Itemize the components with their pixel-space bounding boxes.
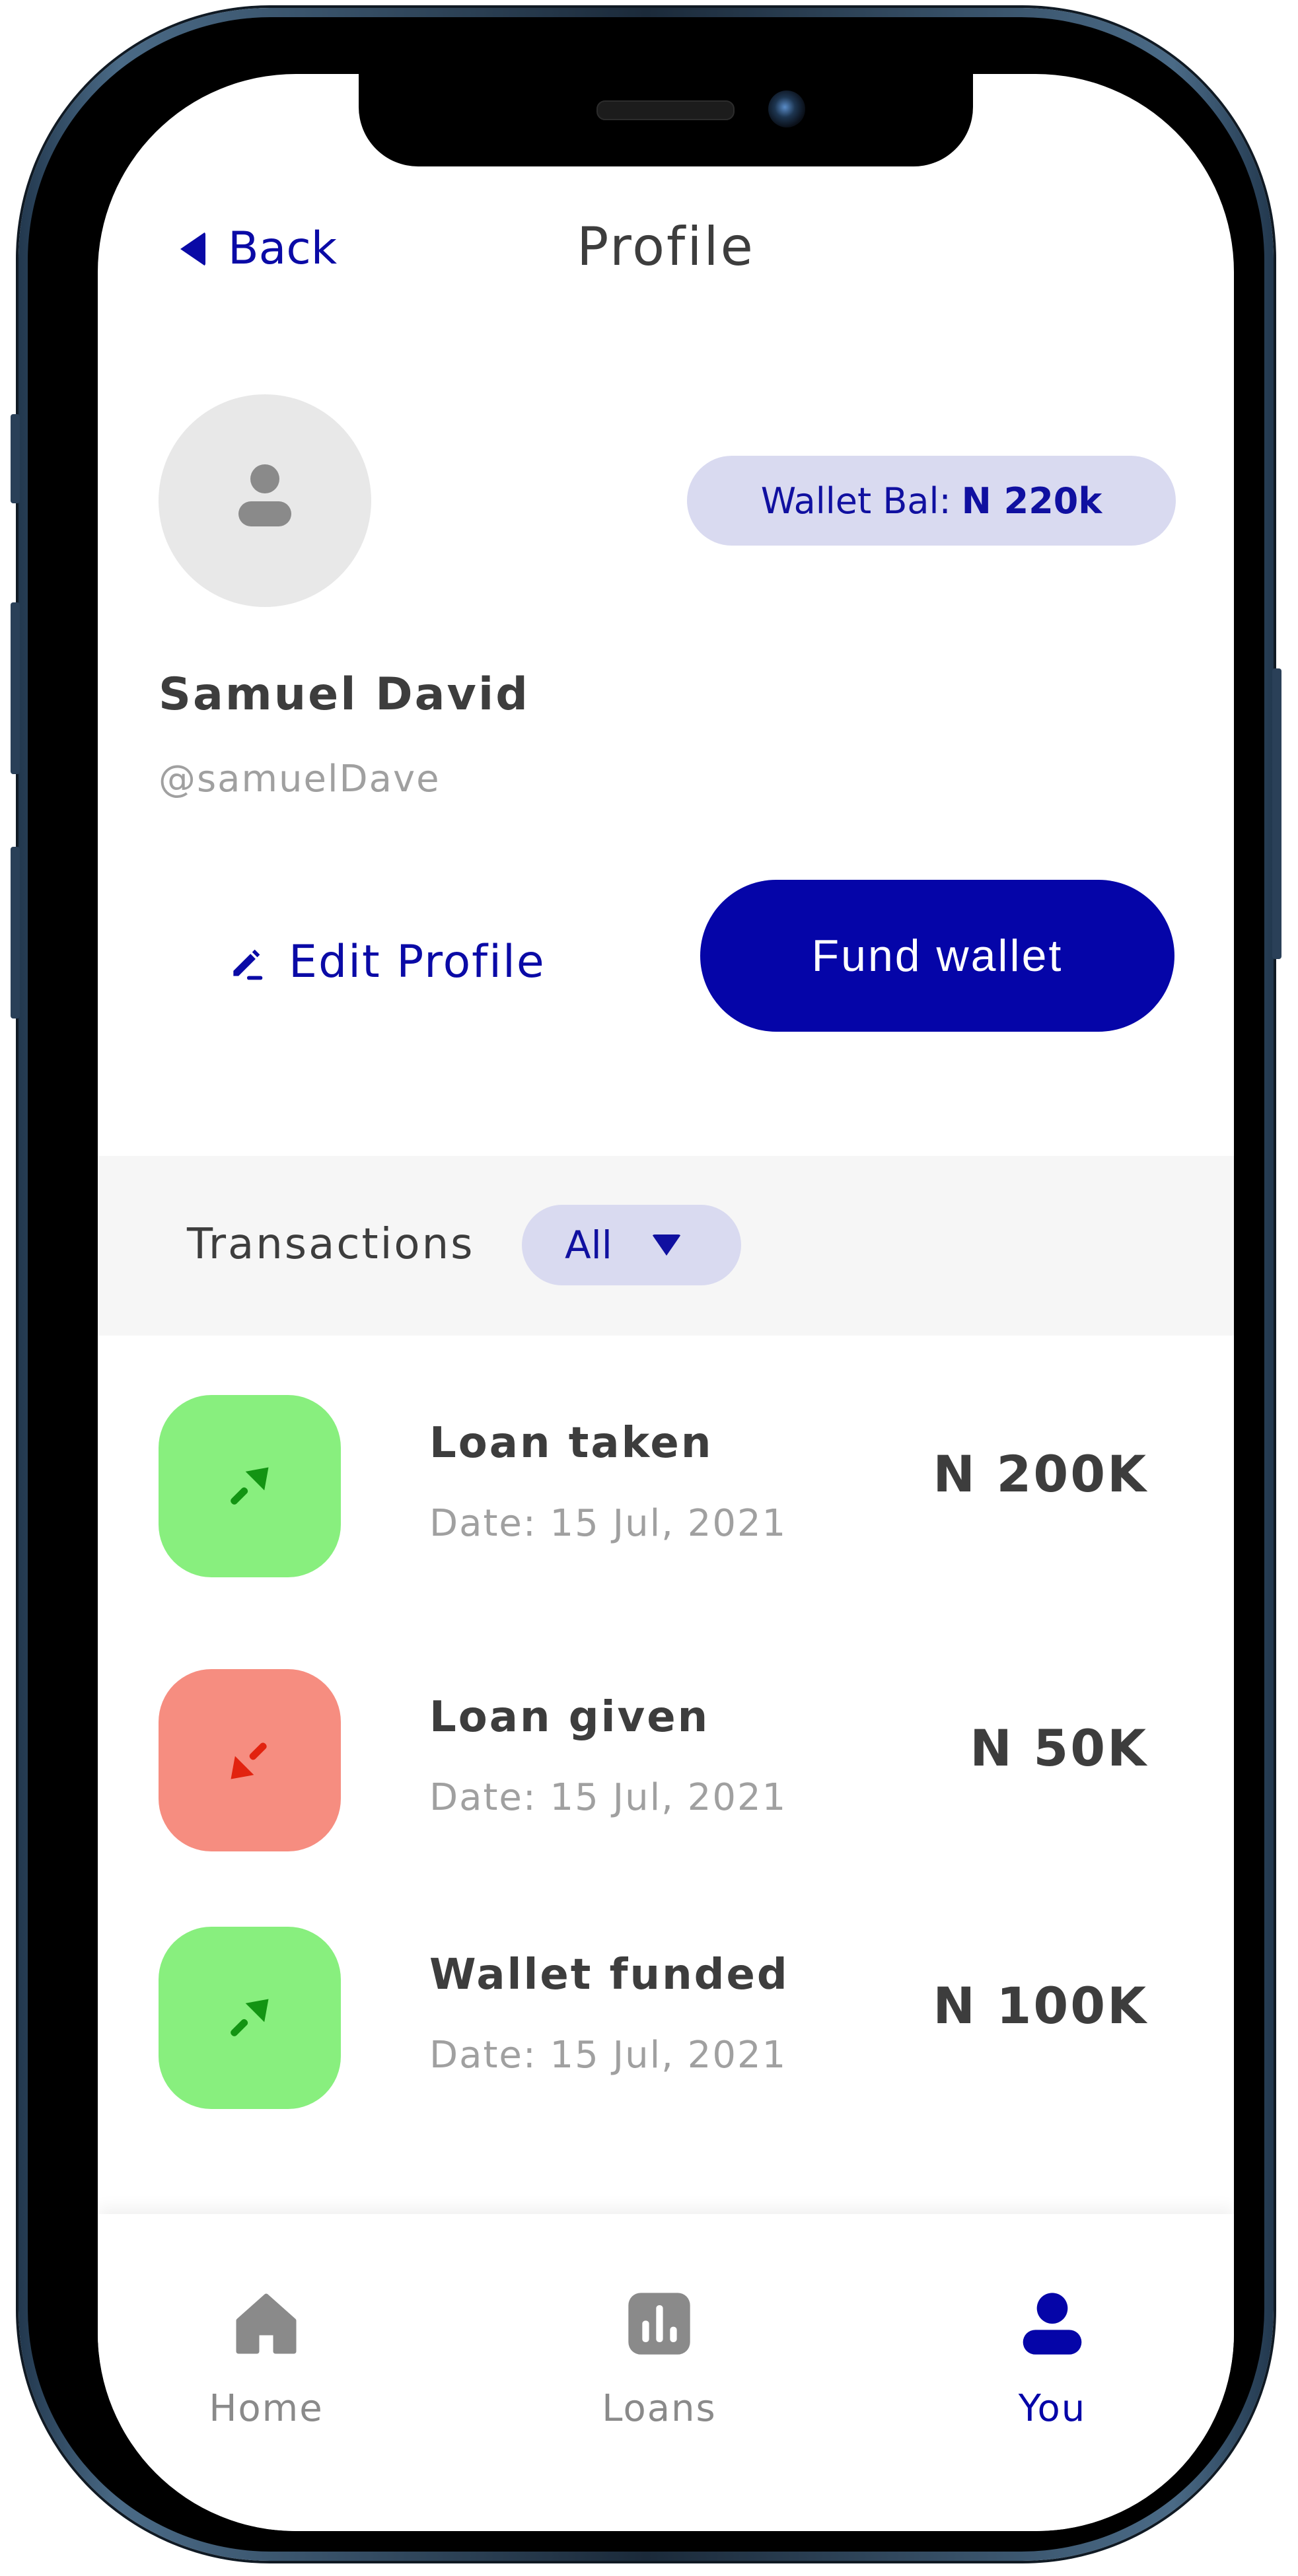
fund-wallet-button[interactable]: Fund wallet xyxy=(700,880,1174,1032)
edit-profile-button[interactable]: Edit Profile xyxy=(227,936,546,988)
profile-handle: @samuelDave xyxy=(159,758,441,801)
wallet-balance-value: N 220k xyxy=(961,480,1102,522)
nav-item-you[interactable]: You xyxy=(953,2287,1151,2430)
user-icon xyxy=(1023,2293,1082,2355)
profile-name: Samuel David xyxy=(159,668,530,721)
wallet-balance-badge: Wallet Bal: N 220k xyxy=(687,456,1176,546)
transaction-date: Date: 15 Jul, 2021 xyxy=(429,1502,787,1545)
transaction-row[interactable]: Wallet funded Date: 15 Jul, 2021 N 100K xyxy=(159,1927,1174,2112)
volume-up-button xyxy=(11,602,20,774)
phone-frame: Back Profile Wallet Bal: N 220k Samuel D… xyxy=(11,8,1281,2561)
front-camera xyxy=(768,90,805,127)
transaction-icon-tile xyxy=(159,1927,341,2109)
nav-item-home[interactable]: Home xyxy=(167,2287,365,2430)
power-button xyxy=(1272,668,1281,959)
transaction-date: Date: 15 Jul, 2021 xyxy=(429,1776,787,1819)
transaction-date: Date: 15 Jul, 2021 xyxy=(429,2034,787,2077)
pencil-icon xyxy=(233,949,263,980)
wallet-balance-label: Wallet Bal: xyxy=(760,480,951,522)
nav-label-loans: Loans xyxy=(602,2387,717,2430)
arrow-down-left-icon xyxy=(231,1742,267,1779)
user-placeholder-icon xyxy=(238,464,291,537)
nav-label-home: Home xyxy=(209,2387,324,2430)
transaction-icon-tile xyxy=(159,1395,341,1577)
app-screen: Back Profile Wallet Bal: N 220k Samuel D… xyxy=(98,74,1234,2531)
avatar[interactable] xyxy=(159,394,371,607)
transaction-title: Loan given xyxy=(429,1693,710,1742)
edit-profile-label: Edit Profile xyxy=(289,936,546,988)
transaction-row[interactable]: Loan taken Date: 15 Jul, 2021 N 200K xyxy=(159,1395,1174,1580)
chart-icon xyxy=(628,2293,690,2355)
transaction-icon-tile xyxy=(159,1669,341,1851)
nav-label-you: You xyxy=(1018,2387,1087,2430)
transaction-amount: N 200K xyxy=(933,1445,1148,1503)
transaction-row[interactable]: Loan given Date: 15 Jul, 2021 N 50K xyxy=(159,1669,1174,1854)
speaker-grille xyxy=(596,100,735,120)
volume-down-button xyxy=(11,847,20,1019)
arrow-up-right-icon xyxy=(231,1467,269,1505)
mute-switch xyxy=(11,414,20,503)
chevron-down-icon xyxy=(651,1234,681,1256)
transaction-amount: N 100K xyxy=(933,1976,1148,2035)
transaction-amount: N 50K xyxy=(970,1719,1148,1777)
arrow-up-right-icon xyxy=(231,1999,269,2036)
transaction-title: Wallet funded xyxy=(429,1950,789,1999)
filter-value: All xyxy=(565,1223,612,1268)
transaction-title: Loan taken xyxy=(429,1419,713,1468)
transactions-label: Transactions xyxy=(187,1220,475,1269)
bottom-nav: Home Loans You xyxy=(98,2214,1234,2531)
nav-item-loans[interactable]: Loans xyxy=(560,2287,758,2430)
home-icon xyxy=(236,2293,297,2354)
transactions-filter-dropdown[interactable]: All xyxy=(522,1205,741,1285)
page-title: Profile xyxy=(577,216,755,277)
notch xyxy=(359,74,973,166)
